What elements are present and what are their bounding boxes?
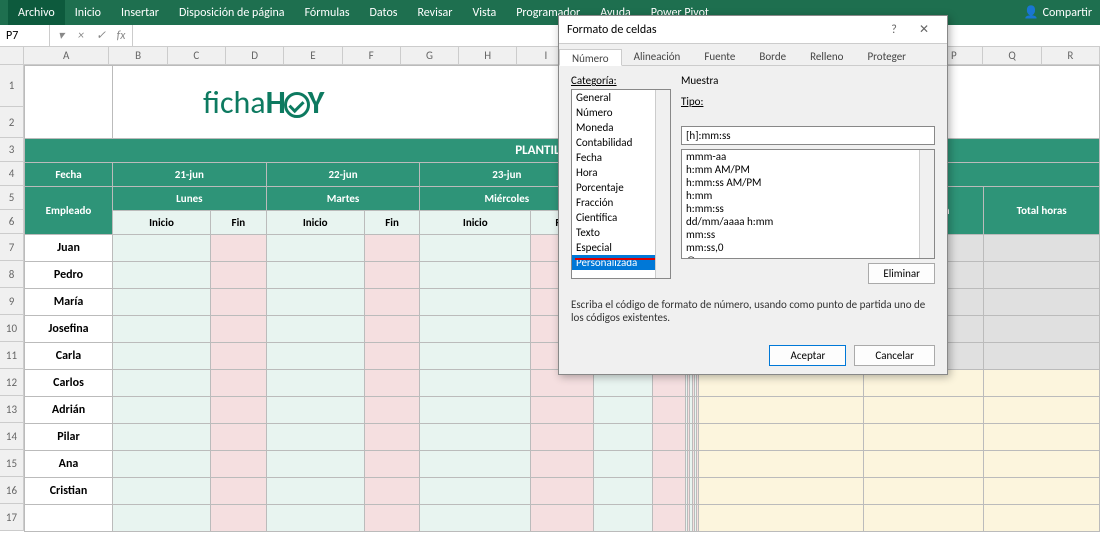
category-label: Categoría: xyxy=(571,74,671,87)
scrollbar[interactable] xyxy=(655,90,670,278)
tipo-input[interactable] xyxy=(681,126,935,145)
tipo-label: Tipo: xyxy=(681,95,935,108)
dialog-tab[interactable]: Proteger xyxy=(855,48,918,65)
fx-icon[interactable]: fx xyxy=(114,29,128,43)
list-item[interactable]: mm:ss xyxy=(682,228,934,241)
cancel-icon[interactable]: × xyxy=(74,29,88,43)
share-button[interactable]: 👤 Compartir xyxy=(1024,5,1092,20)
ribbon-tab[interactable]: Vista xyxy=(462,0,506,25)
aceptar-button[interactable]: Aceptar xyxy=(769,345,846,366)
logo: fichaHY xyxy=(113,66,594,139)
row-header[interactable]: 11 xyxy=(0,342,24,369)
col-header[interactable]: B xyxy=(109,47,167,65)
day-header: Martes xyxy=(266,187,420,211)
table-row[interactable] xyxy=(25,505,1100,532)
list-item[interactable]: h:mm:ss xyxy=(682,202,934,215)
ribbon-tab[interactable]: Disposición de página xyxy=(169,0,295,25)
col-header[interactable]: C xyxy=(168,47,226,65)
col-header[interactable]: E xyxy=(284,47,342,65)
day-header: Lunes xyxy=(113,187,267,211)
empleado-header: Empleado xyxy=(25,187,113,235)
type-list[interactable]: mmm-aa h:mm AM/PM h:mm:ss AM/PM h:mm h:m… xyxy=(681,149,935,259)
table-row[interactable]: Ana xyxy=(25,451,1100,478)
row-header[interactable]: 1 xyxy=(0,65,24,107)
col-header[interactable]: G xyxy=(401,47,459,65)
inicio-header: Inicio xyxy=(420,211,531,235)
date-header: 22-jun xyxy=(266,163,420,187)
col-header[interactable]: R xyxy=(1042,47,1100,65)
enter-icon[interactable]: ✓ xyxy=(94,28,108,43)
row-header[interactable]: 16 xyxy=(0,477,24,504)
inicio-header: Inicio xyxy=(113,211,211,235)
dialog-tab[interactable]: Relleno xyxy=(798,48,855,65)
list-item[interactable]: h:mm:ss AM/PM xyxy=(682,176,934,189)
check-icon xyxy=(284,92,310,118)
row-header[interactable]: 15 xyxy=(0,450,24,477)
name-box[interactable]: P7 xyxy=(0,25,50,46)
dialog-tab[interactable]: Alineación xyxy=(622,48,693,65)
cancelar-button[interactable]: Cancelar xyxy=(854,345,935,366)
list-item[interactable]: @ xyxy=(682,254,934,259)
ribbon-tab[interactable]: Insertar xyxy=(111,0,169,25)
hint-text: Escriba el código de formato de número, … xyxy=(559,292,947,324)
person-icon: 👤 xyxy=(1024,5,1039,20)
table-row[interactable]: Cristian xyxy=(25,478,1100,505)
col-header[interactable]: D xyxy=(226,47,284,65)
dialog-title: Formato de celdas xyxy=(567,23,657,37)
col-header[interactable]: A xyxy=(24,47,109,65)
row-header[interactable]: 3 xyxy=(0,138,24,162)
dialog-tab[interactable]: Número xyxy=(559,49,622,66)
dialog-tab[interactable]: Fuente xyxy=(692,48,747,65)
fecha-header: Fecha xyxy=(25,163,113,187)
format-cells-dialog: Formato de celdas ? ✕ Número Alineación … xyxy=(558,15,948,375)
row-header[interactable]: 10 xyxy=(0,315,24,342)
help-icon[interactable]: ? xyxy=(879,23,909,37)
dialog-tabs: Número Alineación Fuente Borde Relleno P… xyxy=(559,44,947,66)
ribbon-tab[interactable]: Inicio xyxy=(65,0,111,25)
inicio-header: Inicio xyxy=(266,211,364,235)
dropdown-icon[interactable]: ▾ xyxy=(54,28,68,43)
list-item[interactable]: dd/mm/aaaa h:mm xyxy=(682,215,934,228)
row-header[interactable]: 12 xyxy=(0,369,24,396)
row-header[interactable]: 8 xyxy=(0,261,24,288)
col-header[interactable]: Q xyxy=(983,47,1041,65)
muestra-label: Muestra xyxy=(681,74,935,87)
dialog-titlebar: Formato de celdas ? ✕ xyxy=(559,16,947,44)
row-header[interactable]: 2 xyxy=(0,107,24,138)
fin-header: Fin xyxy=(364,211,420,235)
table-row[interactable]: Pilar xyxy=(25,424,1100,451)
list-item[interactable]: mmm-aa xyxy=(682,150,934,163)
scrollbar[interactable] xyxy=(919,150,934,258)
row-header[interactable]: 6 xyxy=(0,210,24,234)
row-header[interactable]: 4 xyxy=(0,162,24,186)
row-header[interactable]: 5 xyxy=(0,186,24,210)
close-icon[interactable]: ✕ xyxy=(909,22,939,37)
list-item[interactable]: h:mm xyxy=(682,189,934,202)
col-header[interactable]: H xyxy=(459,47,517,65)
list-item[interactable]: h:mm AM/PM xyxy=(682,163,934,176)
ribbon-tab[interactable]: Archivo xyxy=(8,0,65,25)
hours-header: Total horas xyxy=(984,187,1100,235)
fin-header: Fin xyxy=(210,211,266,235)
row-header[interactable]: 13 xyxy=(0,396,24,423)
category-list[interactable]: General Número Moneda Contabilidad Fecha… xyxy=(571,89,671,279)
row-header[interactable]: 7 xyxy=(0,234,24,261)
row-header[interactable]: 9 xyxy=(0,288,24,315)
dialog-tab[interactable]: Borde xyxy=(747,48,798,65)
date-header: 21-jun xyxy=(113,163,267,187)
list-item[interactable]: mm:ss,0 xyxy=(682,241,934,254)
ribbon-tab[interactable]: Revisar xyxy=(407,0,462,25)
row-header[interactable]: 17 xyxy=(0,504,24,531)
eliminar-button[interactable]: Eliminar xyxy=(868,263,935,284)
ribbon-tab[interactable]: Fórmulas xyxy=(295,0,360,25)
row-headers: 1 2 3 4 5 6 7 8 9 10 11 12 13 14 15 16 1… xyxy=(0,47,24,544)
ribbon-tab[interactable]: Datos xyxy=(360,0,408,25)
table-row[interactable]: Adrián xyxy=(25,397,1100,424)
row-header[interactable]: 14 xyxy=(0,423,24,450)
col-header[interactable]: F xyxy=(343,47,401,65)
red-underline xyxy=(575,258,667,260)
